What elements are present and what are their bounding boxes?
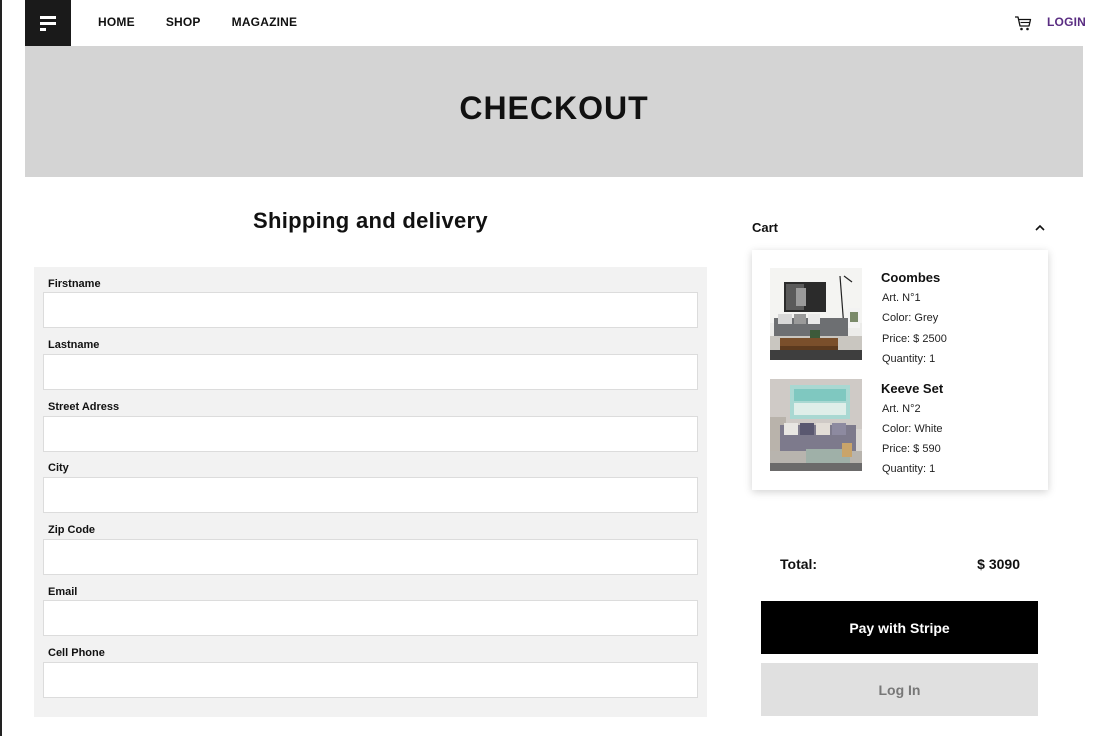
cart-item-name: Keeve Set (881, 381, 944, 396)
page-left-border (0, 0, 2, 736)
cart-item-art: Art. N°1 (882, 292, 921, 304)
cart-item-price: Price: $ 590 (882, 443, 941, 455)
menu-logo-icon[interactable] (25, 0, 71, 46)
main-nav: HOME SHOP MAGAZINE (98, 15, 297, 29)
page-title: CHECKOUT (459, 90, 649, 126)
shipping-section-title: Shipping and delivery (253, 208, 488, 233)
firstname-label: Firstname (48, 278, 101, 290)
top-navbar: HOME SHOP MAGAZINE LOGIN (25, 0, 1086, 46)
nav-magazine-link[interactable]: MAGAZINE (232, 15, 298, 29)
cart-item-price: Price: $ 2500 (882, 333, 947, 345)
cart-item-quantity: Quantity: 1 (882, 463, 936, 475)
shipping-form: Firstname Lastname Street Adress City Zi… (34, 267, 707, 717)
zip-code-label: Zip Code (48, 524, 96, 536)
cell-phone-label: Cell Phone (48, 647, 105, 659)
city-field[interactable] (43, 477, 698, 513)
login-link[interactable]: LOGIN (1047, 15, 1086, 29)
cart-item: Coombes Art. N°1 Color: Grey Price: $ 25… (770, 268, 1040, 365)
cart-icon[interactable] (1014, 14, 1032, 32)
lastname-field[interactable] (43, 354, 698, 390)
firstname-field[interactable] (43, 292, 698, 328)
cart-item-quantity: Quantity: 1 (882, 353, 936, 365)
street-address-label: Street Adress (48, 401, 120, 413)
email-field[interactable] (43, 600, 698, 636)
zip-code-field[interactable] (43, 539, 698, 575)
cart-items-panel: Coombes Art. N°1 Color: Grey Price: $ 25… (752, 250, 1048, 490)
log-in-button[interactable]: Log In (761, 663, 1038, 716)
cell-phone-field[interactable] (43, 662, 698, 698)
cart-title: Cart (752, 220, 779, 235)
city-label: City (48, 462, 69, 474)
cart-item-color: Color: Grey (882, 312, 939, 324)
pay-with-stripe-button[interactable]: Pay with Stripe (761, 601, 1038, 654)
living-room-lilac-sofa-photo (770, 379, 862, 471)
cart-item: Keeve Set Art. N°2 Color: White Price: $… (770, 379, 1040, 475)
chevron-up-icon[interactable] (1034, 223, 1046, 233)
living-room-grey-sofa-photo (770, 268, 862, 360)
email-label: Email (48, 586, 78, 598)
cart-item-color: Color: White (882, 423, 943, 435)
cart-item-name: Coombes (881, 270, 941, 285)
street-address-field[interactable] (43, 416, 698, 452)
cart-header[interactable]: Cart (752, 220, 1048, 238)
lastname-label: Lastname (48, 339, 100, 351)
cart-item-art: Art. N°2 (882, 403, 921, 415)
nav-shop-link[interactable]: SHOP (166, 15, 201, 29)
total-label: Total: (780, 556, 818, 572)
nav-home-link[interactable]: HOME (98, 15, 135, 29)
total-value: $ 3090 (977, 556, 1020, 572)
checkout-banner: CHECKOUT (25, 46, 1083, 177)
